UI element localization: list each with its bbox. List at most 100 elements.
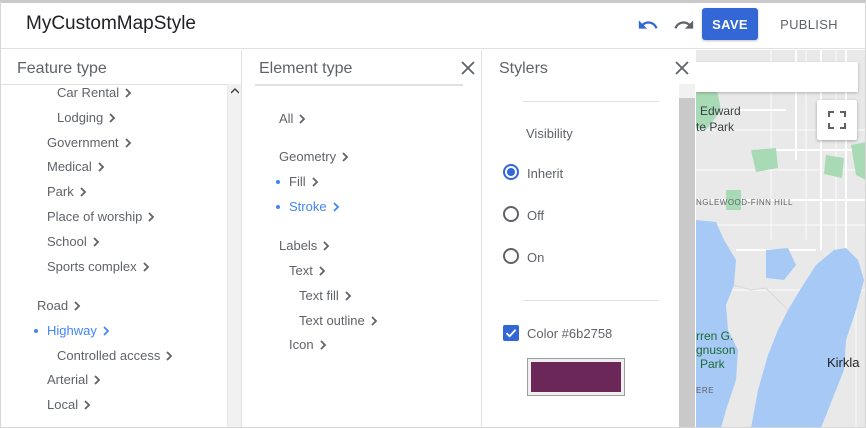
chevron-right-icon	[311, 176, 318, 187]
element-item-label: Fill	[289, 174, 306, 189]
chevron-right-icon	[323, 240, 330, 251]
chevron-right-icon	[125, 87, 132, 98]
save-button[interactable]: SAVE	[702, 8, 758, 40]
element-item[interactable]: Geometry	[279, 149, 349, 164]
element-item-label: All	[279, 111, 294, 126]
color-swatch[interactable]	[527, 358, 625, 396]
element-item[interactable]: Fill	[289, 174, 319, 189]
element-item[interactable]: All	[279, 111, 306, 126]
feature-item[interactable]: Controlled access	[57, 348, 173, 363]
inherit-label: Inherit	[527, 166, 564, 181]
feature-item-label: Lodging	[57, 110, 104, 125]
chevron-right-icon	[80, 186, 87, 197]
feature-item[interactable]: Local	[47, 397, 91, 412]
styled-indicator-dot	[276, 205, 280, 209]
element-item-label: Geometry	[279, 149, 337, 164]
chevron-right-icon	[109, 112, 116, 123]
selected-indicator-dot	[34, 329, 38, 333]
redo-icon[interactable]	[673, 14, 695, 36]
map-label-kirkland: Kirkla	[827, 355, 860, 370]
top-bar: MyCustomMapStyle SAVE PUBLISH	[1, 3, 865, 49]
element-item[interactable]: Labels	[279, 238, 330, 253]
element-type-title: Element type	[259, 60, 353, 77]
styled-indicator-dot	[276, 180, 280, 184]
stylers-title: Stylers	[499, 60, 548, 77]
feature-item-label: Controlled access	[57, 348, 161, 363]
on-label: On	[527, 250, 545, 265]
divider	[523, 101, 659, 102]
element-item-label: Text	[289, 263, 313, 278]
chevron-right-icon	[148, 211, 155, 222]
color-checkbox[interactable]	[503, 325, 519, 341]
map-label-warren: rren G.	[696, 329, 734, 343]
feature-item[interactable]: School	[47, 234, 100, 249]
feature-item[interactable]: Lodging	[57, 110, 116, 125]
feature-scrollbar[interactable]	[227, 84, 241, 427]
lake-water	[696, 220, 864, 427]
chevron-right-icon	[124, 137, 131, 148]
element-item-label: Stroke	[289, 199, 327, 214]
map-label-park: te Park	[696, 120, 735, 134]
chevron-right-icon	[299, 113, 306, 124]
feature-item-label: Arterial	[47, 372, 89, 387]
element-item[interactable]: Icon	[289, 337, 327, 352]
chevron-right-icon	[345, 290, 352, 301]
chevron-right-icon	[94, 374, 101, 385]
feature-item-label: Car Rental	[57, 85, 120, 100]
element-item[interactable]: Text fill	[299, 288, 352, 303]
app-window: MyCustomMapStyle SAVE PUBLISH Feature ty…	[0, 0, 866, 428]
element-item-label: Icon	[289, 337, 314, 352]
element-type-panel: Element type All Geometry Fill Stroke Labels…	[243, 50, 482, 427]
feature-item[interactable]: Park	[47, 184, 87, 199]
chevron-right-icon	[84, 399, 91, 410]
publish-button[interactable]: PUBLISH	[773, 8, 845, 40]
visibility-on-radio[interactable]	[503, 248, 519, 264]
map-preview[interactable]: Edward te Park NGLEWOOD-FINN HILL rren G…	[696, 50, 865, 427]
element-item[interactable]: Stroke	[289, 199, 340, 214]
off-label: Off	[527, 208, 545, 223]
chevron-right-icon	[371, 315, 378, 326]
feature-item[interactable]: Government	[47, 135, 132, 150]
stylers-panel: Stylers Visibility Inherit Off On Color …	[483, 50, 695, 427]
feature-item-label: Medical	[47, 159, 92, 174]
close-stylers-panel-icon[interactable]	[673, 59, 691, 77]
map-label-edward: Edward	[700, 104, 741, 118]
chevron-right-icon	[332, 201, 339, 212]
divider	[255, 84, 463, 86]
feature-item-label: Highway	[47, 323, 97, 338]
visibility-inherit-radio[interactable]	[503, 164, 519, 180]
chevron-right-icon	[74, 300, 81, 311]
close-element-panel-icon[interactable]	[459, 59, 477, 77]
map-label-park-2: Park	[700, 357, 725, 371]
color-swatch-fill	[531, 362, 621, 392]
element-item[interactable]: Text outline	[299, 313, 378, 328]
stylers-scrollbar-top	[679, 84, 695, 98]
feature-item[interactable]: Road	[37, 298, 81, 313]
element-item-label: Text outline	[299, 313, 365, 328]
fullscreen-icon	[828, 111, 846, 129]
stylers-scrollbar[interactable]	[679, 98, 695, 427]
feature-item[interactable]: Highway	[47, 323, 110, 338]
color-label: Color #6b2758	[527, 326, 613, 341]
divider	[523, 300, 659, 301]
scroll-up-arrow-icon[interactable]	[231, 88, 239, 94]
visibility-label: Visibility	[526, 126, 573, 141]
style-title: MyCustomMapStyle	[26, 13, 196, 34]
undo-icon[interactable]	[637, 14, 659, 36]
map-search-box[interactable]	[696, 62, 858, 92]
chevron-right-icon	[93, 236, 100, 247]
feature-item[interactable]: Arterial	[47, 372, 101, 387]
feature-item[interactable]: Sports complex	[47, 259, 150, 274]
chevron-right-icon	[319, 339, 326, 350]
map-label-inglewood: NGLEWOOD-FINN HILL	[696, 198, 794, 207]
checkmark-icon	[505, 329, 517, 338]
feature-item[interactable]: Place of worship	[47, 209, 155, 224]
feature-item[interactable]: Medical	[47, 159, 105, 174]
feature-item[interactable]: Car Rental	[57, 85, 132, 100]
feature-type-title: Feature type	[17, 60, 107, 77]
map-label-magnuson: gnuson	[696, 343, 736, 357]
element-item[interactable]: Text	[289, 263, 326, 278]
fullscreen-button[interactable]	[817, 100, 857, 140]
visibility-off-radio[interactable]	[503, 206, 519, 222]
map-label-ere: ERE	[696, 386, 714, 395]
